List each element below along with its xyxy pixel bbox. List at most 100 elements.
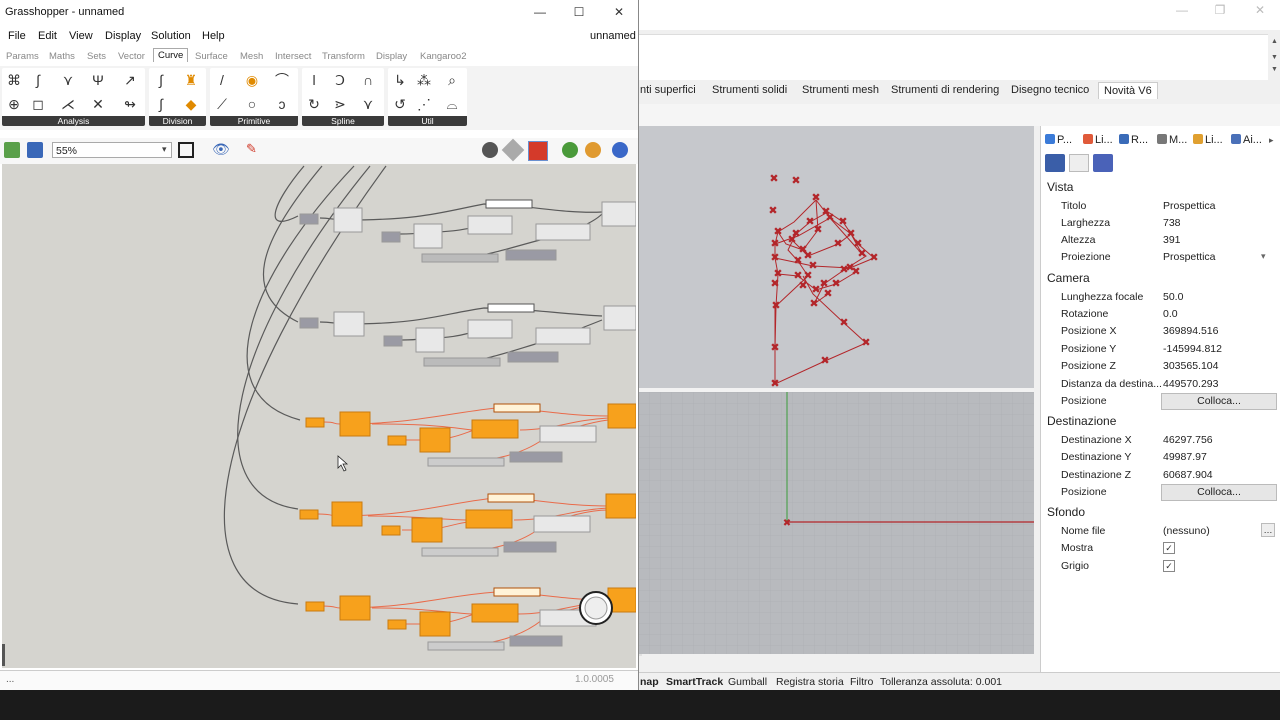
menu-display[interactable]: Display (105, 30, 141, 42)
camera-icon[interactable] (1045, 154, 1065, 172)
command-history[interactable] (638, 34, 1268, 82)
curve-tool-icon[interactable]: Ψ (90, 72, 106, 88)
status-registra-storia[interactable]: Registra storia (776, 676, 844, 688)
panel-tab-rendering[interactable]: R... (1119, 134, 1148, 146)
tab-kangaroo2[interactable]: Kangaroo2 (420, 51, 466, 62)
chevron-down-icon[interactable]: ▾ (1261, 251, 1266, 262)
tab-mesh[interactable]: Mesh (240, 51, 263, 62)
object-properties-icon[interactable] (1093, 154, 1113, 172)
grigio-checkbox[interactable]: ✓ (1163, 560, 1175, 572)
command-scrollbar[interactable]: ▲ ▼ ▼ (1268, 34, 1280, 80)
tab-strumenti-rendering[interactable]: Strumenti di rendering (891, 84, 999, 96)
menu-view[interactable]: View (69, 30, 93, 42)
spline-icon[interactable]: ↻ (306, 96, 322, 112)
menu-edit[interactable]: Edit (38, 30, 57, 42)
menu-solution[interactable]: Solution (151, 30, 191, 42)
line-icon[interactable]: / (214, 72, 230, 88)
spline-icon[interactable]: Ɩ (306, 72, 322, 88)
line-icon[interactable]: ⟋ (214, 96, 230, 112)
status-gumball[interactable]: Gumball (728, 676, 767, 688)
preview-wire-icon[interactable] (501, 138, 525, 162)
maximize-icon[interactable]: ☐ (569, 2, 589, 22)
mesh-quality-icon[interactable] (612, 142, 628, 158)
status-smarttrack[interactable]: SmartTrack (666, 676, 723, 688)
divide-curve-icon[interactable]: ♜ (183, 72, 199, 88)
tab-vector[interactable]: Vector (118, 51, 145, 62)
curve-tool-icon[interactable]: ⌘ (6, 72, 22, 88)
tab-display[interactable]: Display (376, 51, 407, 62)
selected-only-icon[interactable] (562, 142, 578, 158)
menu-file[interactable]: File (8, 30, 26, 42)
panel-tab-luci[interactable]: Li... (1193, 134, 1223, 146)
minimize-icon[interactable]: — (1172, 0, 1192, 20)
tab-strumenti-mesh[interactable]: Strumenti mesh (802, 84, 879, 96)
colloca-destinazione-button[interactable]: Colloca... (1161, 484, 1277, 501)
prop-row-proiezione[interactable]: Proiezione Prospettica ▾ (1041, 249, 1277, 266)
panel-tab-aiuto[interactable]: Ai... (1231, 134, 1262, 146)
panel-overflow-icon[interactable]: ▸ (1269, 135, 1274, 146)
util-icon[interactable]: ↺ (392, 96, 408, 112)
curve-tool-icon[interactable]: ∫ (30, 72, 46, 88)
browse-file-button[interactable]: … (1261, 523, 1275, 537)
panel-tab-proprieta[interactable]: P... (1045, 134, 1072, 146)
tab-disegno-tecnico[interactable]: Disegno tecnico (1011, 84, 1089, 96)
arc-icon[interactable]: ⌒ (274, 72, 290, 88)
tab-transform[interactable]: Transform (322, 51, 365, 62)
zoom-select[interactable]: 55% (52, 142, 172, 158)
tab-novita-v6[interactable]: Novità V6 (1098, 82, 1158, 99)
tab-params[interactable]: Params (6, 51, 39, 62)
mostra-checkbox[interactable]: ✓ (1163, 542, 1175, 554)
menu-help[interactable]: Help (202, 30, 225, 42)
util-icon[interactable]: ↳ (392, 72, 408, 88)
eye-icon[interactable]: 👁 (212, 141, 230, 158)
gh-canvas[interactable] (2, 164, 636, 668)
status-filtro[interactable]: Filtro (850, 676, 873, 688)
preview-shaded-icon[interactable] (528, 141, 548, 161)
save-icon[interactable] (27, 142, 43, 158)
curve-tool-icon[interactable]: ⊕ (6, 96, 22, 112)
tab-curve[interactable]: Curve (153, 48, 189, 62)
util-icon[interactable]: ⋰ (416, 96, 432, 112)
tab-sets[interactable]: Sets (87, 51, 106, 62)
zoom-extents-icon[interactable] (178, 142, 194, 158)
close-icon[interactable]: ✕ (609, 2, 629, 22)
util-icon[interactable]: ⁂ (416, 72, 432, 88)
sketch-icon[interactable]: ✎ (246, 141, 257, 157)
maximize-icon[interactable]: ❐ (1210, 0, 1230, 20)
spline-icon[interactable]: Ↄ (332, 72, 348, 88)
status-osnap[interactable]: nap (640, 676, 659, 688)
colloca-camera-button[interactable]: Colloca... (1161, 393, 1277, 410)
curve-tool-icon[interactable]: ⋌ (60, 96, 76, 112)
tab-strumenti-solidi[interactable]: Strumenti solidi (712, 84, 787, 96)
circle-icon[interactable]: ◉ (244, 72, 260, 88)
tab-strumenti-superfici[interactable]: nti superfici (640, 84, 696, 96)
minimize-icon[interactable]: — (530, 2, 550, 22)
chevron-down-icon[interactable]: ▾ (162, 144, 167, 155)
curve-tool-icon[interactable]: ◻ (30, 96, 46, 112)
display-mode-icon[interactable] (1069, 154, 1089, 172)
panel-tab-materiali[interactable]: M... (1157, 134, 1187, 146)
close-icon[interactable]: ✕ (1250, 0, 1270, 20)
curve-tool-icon[interactable]: ↬ (122, 96, 138, 112)
tab-surface[interactable]: Surface (195, 51, 228, 62)
top-viewport[interactable]: ✖ (638, 392, 1034, 654)
divide-curve-icon[interactable]: ∫ (153, 72, 169, 88)
perspective-viewport[interactable]: ✖ ✖ ✖ ✖ ✖ ✖ ✖ ✖ ✖ ✖ ✖ ✖ ✖ ✖ ✖ ✖ ✖ ✖ ✖ ✖ ✖ ✖ ✖ ✖ ✖ ✖ ✖ ✖ ✖ ✖ … (638, 126, 1034, 390)
divide-curve-icon[interactable]: ◆ (183, 96, 199, 112)
preview-off-icon[interactable] (482, 142, 498, 158)
tab-intersect[interactable]: Intersect (275, 51, 311, 62)
spline-icon[interactable]: ⋎ (360, 96, 376, 112)
curve-tool-icon[interactable]: ✕ (90, 96, 106, 112)
util-icon[interactable]: ⌓ (444, 96, 460, 112)
divide-curve-icon[interactable]: ∫ (153, 96, 169, 112)
spline-icon[interactable]: ∩ (360, 72, 376, 88)
util-icon[interactable]: ⌕ (444, 72, 460, 88)
curve-tool-icon[interactable]: ⋎ (60, 72, 76, 88)
panel-tab-livelli[interactable]: Li... (1083, 134, 1113, 146)
tab-maths[interactable]: Maths (49, 51, 75, 62)
document-preview-icon[interactable] (585, 142, 601, 158)
arc-icon[interactable]: ↄ (274, 96, 290, 112)
circle-icon[interactable]: ○ (244, 96, 260, 112)
curve-tool-icon[interactable]: ↗ (122, 72, 138, 88)
spline-icon[interactable]: ⋗ (332, 96, 348, 112)
